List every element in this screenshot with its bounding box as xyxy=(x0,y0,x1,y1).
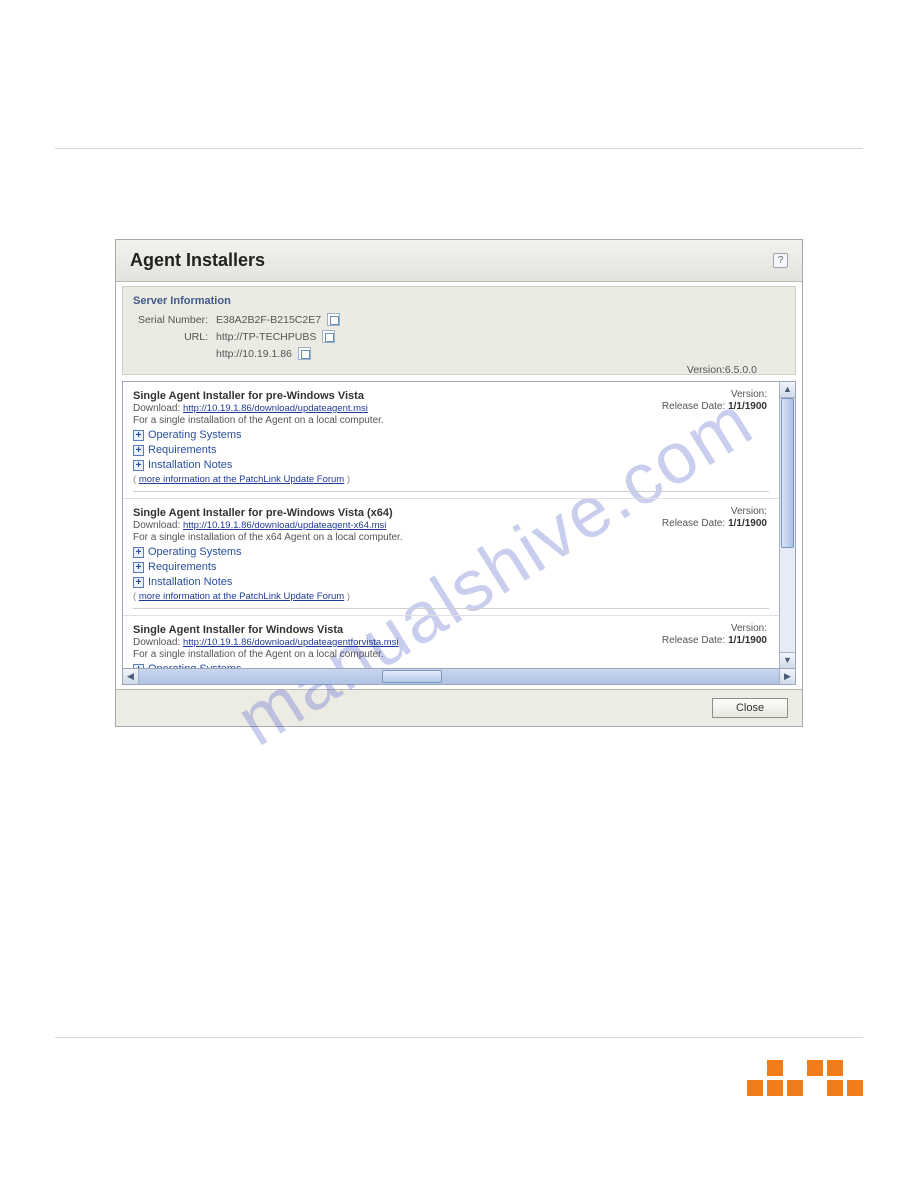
plus-icon: + xyxy=(133,547,144,558)
plus-icon: + xyxy=(133,562,144,573)
expand-installation-notes[interactable]: + Installation Notes xyxy=(133,459,769,471)
installers-scroll-area: Single Agent Installer for pre-Windows V… xyxy=(122,381,796,669)
scroll-up-button[interactable]: ▲ xyxy=(780,382,795,398)
version-label: Version: xyxy=(662,506,767,518)
more-info: ( more information at the PatchLink Upda… xyxy=(133,591,769,602)
url-value-1: http://TP-TECHPUBS xyxy=(216,331,316,343)
download-link[interactable]: http://10.19.1.86/download/updateagentfo… xyxy=(183,637,398,648)
divider-bottom xyxy=(55,1037,863,1038)
divider xyxy=(133,608,769,609)
scroll-thumb[interactable] xyxy=(781,398,794,548)
more-info: ( more information at the PatchLink Upda… xyxy=(133,474,769,485)
release-date: 1/1/1900 xyxy=(728,401,767,412)
server-info-title: Server Information xyxy=(133,295,785,307)
scroll-down-button[interactable]: ▼ xyxy=(780,652,795,668)
server-information-panel: Server Information Serial Number: E38A2B… xyxy=(122,286,796,375)
plus-icon: + xyxy=(133,430,144,441)
installer-meta: Version: Release Date: 1/1/1900 xyxy=(662,506,767,530)
expand-requirements[interactable]: + Requirements xyxy=(133,444,769,456)
scroll-right-button[interactable]: ▶ xyxy=(779,669,795,684)
server-version: Version:6.5.0.0 xyxy=(687,364,757,376)
serial-row: Serial Number: E38A2B2F-B215C2E7 xyxy=(133,313,785,326)
expand-label: Installation Notes xyxy=(148,459,232,471)
dialog-title: Agent Installers xyxy=(130,250,265,271)
copy-icon[interactable] xyxy=(298,347,311,360)
serial-label: Serial Number: xyxy=(133,314,208,326)
horizontal-scrollbar[interactable]: ◀ ▶ xyxy=(122,669,796,685)
plus-icon: + xyxy=(133,445,144,456)
expand-label: Installation Notes xyxy=(148,576,232,588)
plus-icon: + xyxy=(133,577,144,588)
version-label: Version: xyxy=(662,623,767,635)
release-label: Release Date: xyxy=(662,635,725,646)
installer-item: Single Agent Installer for Windows Vista… xyxy=(123,616,779,668)
close-button[interactable]: Close xyxy=(712,698,788,718)
release-date: 1/1/1900 xyxy=(728,635,767,646)
plus-icon: + xyxy=(133,460,144,471)
help-icon[interactable]: ? xyxy=(773,253,788,268)
download-label: Download: xyxy=(133,520,180,531)
expand-operating-systems[interactable]: + Operating Systems xyxy=(133,663,769,668)
scroll-track[interactable] xyxy=(780,398,795,652)
divider-top xyxy=(55,148,863,149)
serial-value: E38A2B2F-B215C2E7 xyxy=(216,314,321,326)
agent-installers-dialog: Agent Installers ? Server Information Se… xyxy=(115,239,803,727)
version-label: Version: xyxy=(662,389,767,401)
expand-label: Requirements xyxy=(148,444,216,456)
installer-description: For a single installation of the x64 Age… xyxy=(133,532,769,543)
expand-label: Requirements xyxy=(148,561,216,573)
installer-meta: Version: Release Date: 1/1/1900 xyxy=(662,389,767,413)
more-info-link[interactable]: more information at the PatchLink Update… xyxy=(139,591,344,602)
dialog-header: Agent Installers ? xyxy=(116,240,802,282)
footer-logo xyxy=(747,1060,863,1096)
scroll-thumb[interactable] xyxy=(382,670,442,683)
expand-installation-notes[interactable]: + Installation Notes xyxy=(133,576,769,588)
expand-operating-systems[interactable]: + Operating Systems xyxy=(133,429,769,441)
installer-item: Single Agent Installer for pre-Windows V… xyxy=(123,382,779,499)
download-link[interactable]: http://10.19.1.86/download/updateagent.m… xyxy=(183,403,368,414)
download-link[interactable]: http://10.19.1.86/download/updateagent-x… xyxy=(183,520,386,531)
copy-icon[interactable] xyxy=(327,313,340,326)
expand-label: Operating Systems xyxy=(148,663,242,668)
scroll-track[interactable] xyxy=(139,669,779,684)
installer-item: Single Agent Installer for pre-Windows V… xyxy=(123,499,779,616)
release-date: 1/1/1900 xyxy=(728,518,767,529)
expand-requirements[interactable]: + Requirements xyxy=(133,561,769,573)
installer-meta: Version: Release Date: 1/1/1900 xyxy=(662,623,767,647)
expand-label: Operating Systems xyxy=(148,546,242,558)
release-label: Release Date: xyxy=(662,518,725,529)
divider xyxy=(133,491,769,492)
vertical-scrollbar[interactable]: ▲ ▼ xyxy=(779,382,795,668)
url-row-2: http://10.19.1.86 xyxy=(133,347,785,360)
plus-icon: + xyxy=(133,664,144,669)
url-row-1: URL: http://TP-TECHPUBS xyxy=(133,330,785,343)
dialog-footer: Close xyxy=(116,689,802,726)
release-label: Release Date: xyxy=(662,401,725,412)
more-info-link[interactable]: more information at the PatchLink Update… xyxy=(139,474,344,485)
version-value: 6.5.0.0 xyxy=(725,364,757,376)
version-label: Version: xyxy=(687,364,725,376)
installer-description: For a single installation of the Agent o… xyxy=(133,649,769,660)
expand-operating-systems[interactable]: + Operating Systems xyxy=(133,546,769,558)
url-value-2: http://10.19.1.86 xyxy=(216,348,292,360)
scroll-left-button[interactable]: ◀ xyxy=(123,669,139,684)
installers-list: Single Agent Installer for pre-Windows V… xyxy=(123,382,779,668)
installer-description: For a single installation of the Agent o… xyxy=(133,415,769,426)
url-label: URL: xyxy=(133,331,208,343)
download-label: Download: xyxy=(133,403,180,414)
expand-label: Operating Systems xyxy=(148,429,242,441)
copy-icon[interactable] xyxy=(322,330,335,343)
download-label: Download: xyxy=(133,637,180,648)
